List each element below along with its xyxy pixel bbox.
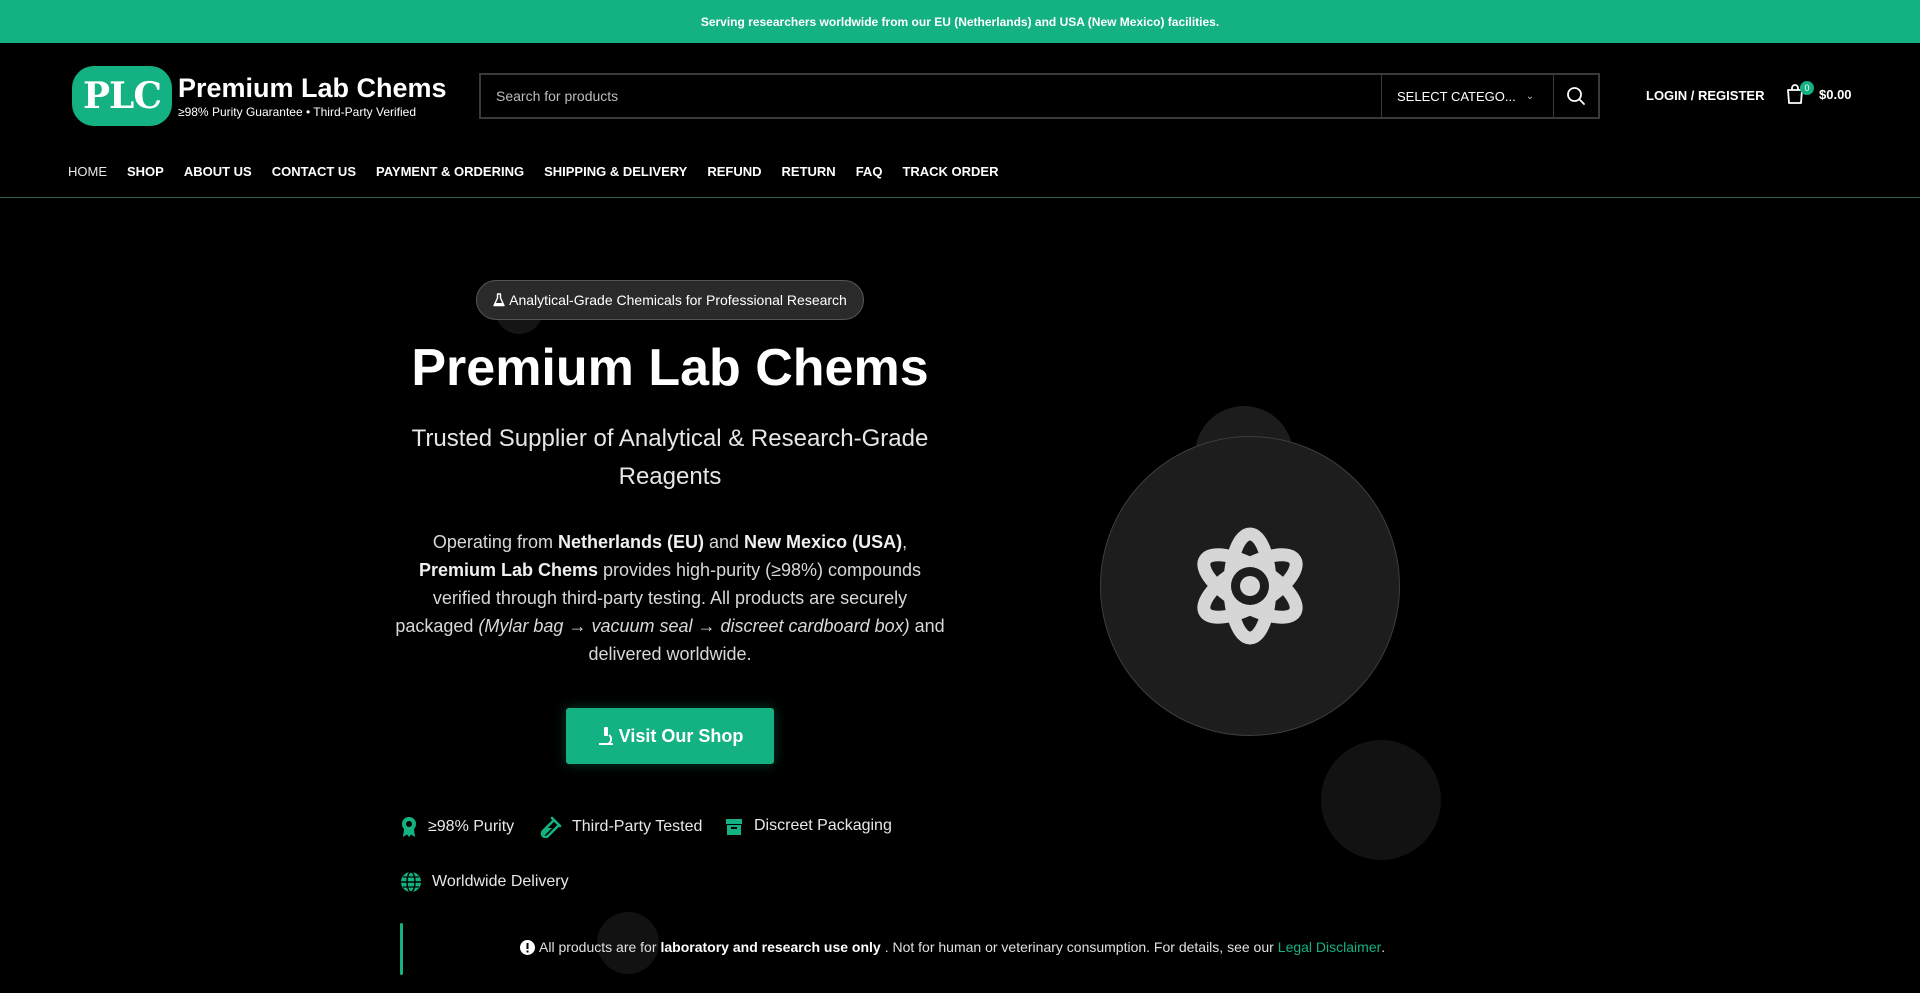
site-header: PLC Premium Lab Chems ≥98% Purity Guaran… <box>0 43 1920 198</box>
disclaimer-accent-bar <box>400 923 403 975</box>
search-button[interactable] <box>1553 75 1598 117</box>
nav-item-track-order[interactable]: TRACK ORDER <box>902 164 998 179</box>
search-input[interactable] <box>481 75 1381 117</box>
feature-tested: Third-Party Tested <box>538 816 702 838</box>
logo-tagline: ≥98% Purity Guarantee • Third-Party Veri… <box>178 104 417 119</box>
nav-item-faq[interactable]: FAQ <box>856 164 883 179</box>
award-icon <box>402 817 416 837</box>
feature-delivery: Worldwide Delivery <box>400 871 569 893</box>
globe-icon <box>401 871 421 893</box>
flask-icon <box>493 293 505 307</box>
search-form: SELECT CATEGO... ⌄ <box>479 73 1600 119</box>
login-register-link[interactable]: LOGIN / REGISTER <box>1646 88 1764 103</box>
chevron-down-icon: ⌄ <box>1525 90 1535 102</box>
hero-title: Premium Lab Chems <box>411 339 929 397</box>
nav-item-return[interactable]: RETURN <box>782 164 836 179</box>
nav-item-payment-ordering[interactable]: PAYMENT & ORDERING <box>376 164 524 179</box>
logo-name: Premium Lab Chems <box>178 72 447 103</box>
logo-badge: PLC <box>72 66 172 126</box>
nav-item-contact-us[interactable]: CONTACT US <box>272 164 356 179</box>
test-tube-icon <box>540 816 562 838</box>
category-select-label: SELECT CATEGO... <box>1397 88 1516 104</box>
exclamation-circle-icon <box>520 939 535 955</box>
research-use-disclaimer: All products are for laboratory and rese… <box>520 939 1385 955</box>
hero-description: Operating from Netherlands (EU) and New … <box>395 532 945 664</box>
nav-item-refund[interactable]: REFUND <box>707 164 761 179</box>
hero-tag-pill: Analytical-Grade Chemicals for Professio… <box>476 280 864 320</box>
decorative-circle <box>1321 740 1441 860</box>
category-select[interactable]: SELECT CATEGO... ⌄ <box>1381 75 1553 117</box>
hero-subtitle: Trusted Supplier of Analytical & Researc… <box>411 425 929 490</box>
announcement-text: Serving researchers worldwide from our E… <box>700 14 1220 29</box>
main-nav: HOME SHOP ABOUT US CONTACT US PAYMENT & … <box>68 164 1019 179</box>
atom-icon <box>1197 527 1303 645</box>
site-logo[interactable]: PLC Premium Lab Chems ≥98% Purity Guaran… <box>72 66 447 126</box>
hero-section: Analytical-Grade Chemicals for Professio… <box>0 198 1920 993</box>
feature-packaging: Discreet Packaging <box>724 816 892 836</box>
cart-button[interactable]: 0 $0.00 <box>1785 81 1852 105</box>
hero-illustration <box>1100 436 1400 736</box>
cart-total: $0.00 <box>1819 86 1852 102</box>
search-icon <box>1567 87 1585 105</box>
feature-purity: ≥98% Purity <box>400 816 514 838</box>
hero-tag-text: Analytical-Grade Chemicals for Professio… <box>509 292 847 308</box>
announcement-bar: Serving researchers worldwide from our E… <box>0 0 1920 43</box>
microscope-icon <box>598 727 613 745</box>
visit-shop-label: Visit Our Shop <box>618 725 744 746</box>
nav-item-home[interactable]: HOME <box>68 164 107 179</box>
visit-shop-button[interactable]: Visit Our Shop <box>566 708 774 764</box>
legal-disclaimer-link[interactable]: Legal Disclaimer <box>1278 939 1381 955</box>
nav-item-shipping-delivery[interactable]: SHIPPING & DELIVERY <box>544 164 687 179</box>
nav-item-shop[interactable]: SHOP <box>127 164 164 179</box>
box-icon <box>726 819 742 835</box>
nav-item-about-us[interactable]: ABOUT US <box>184 164 252 179</box>
cart-count-badge: 0 <box>1800 81 1814 95</box>
